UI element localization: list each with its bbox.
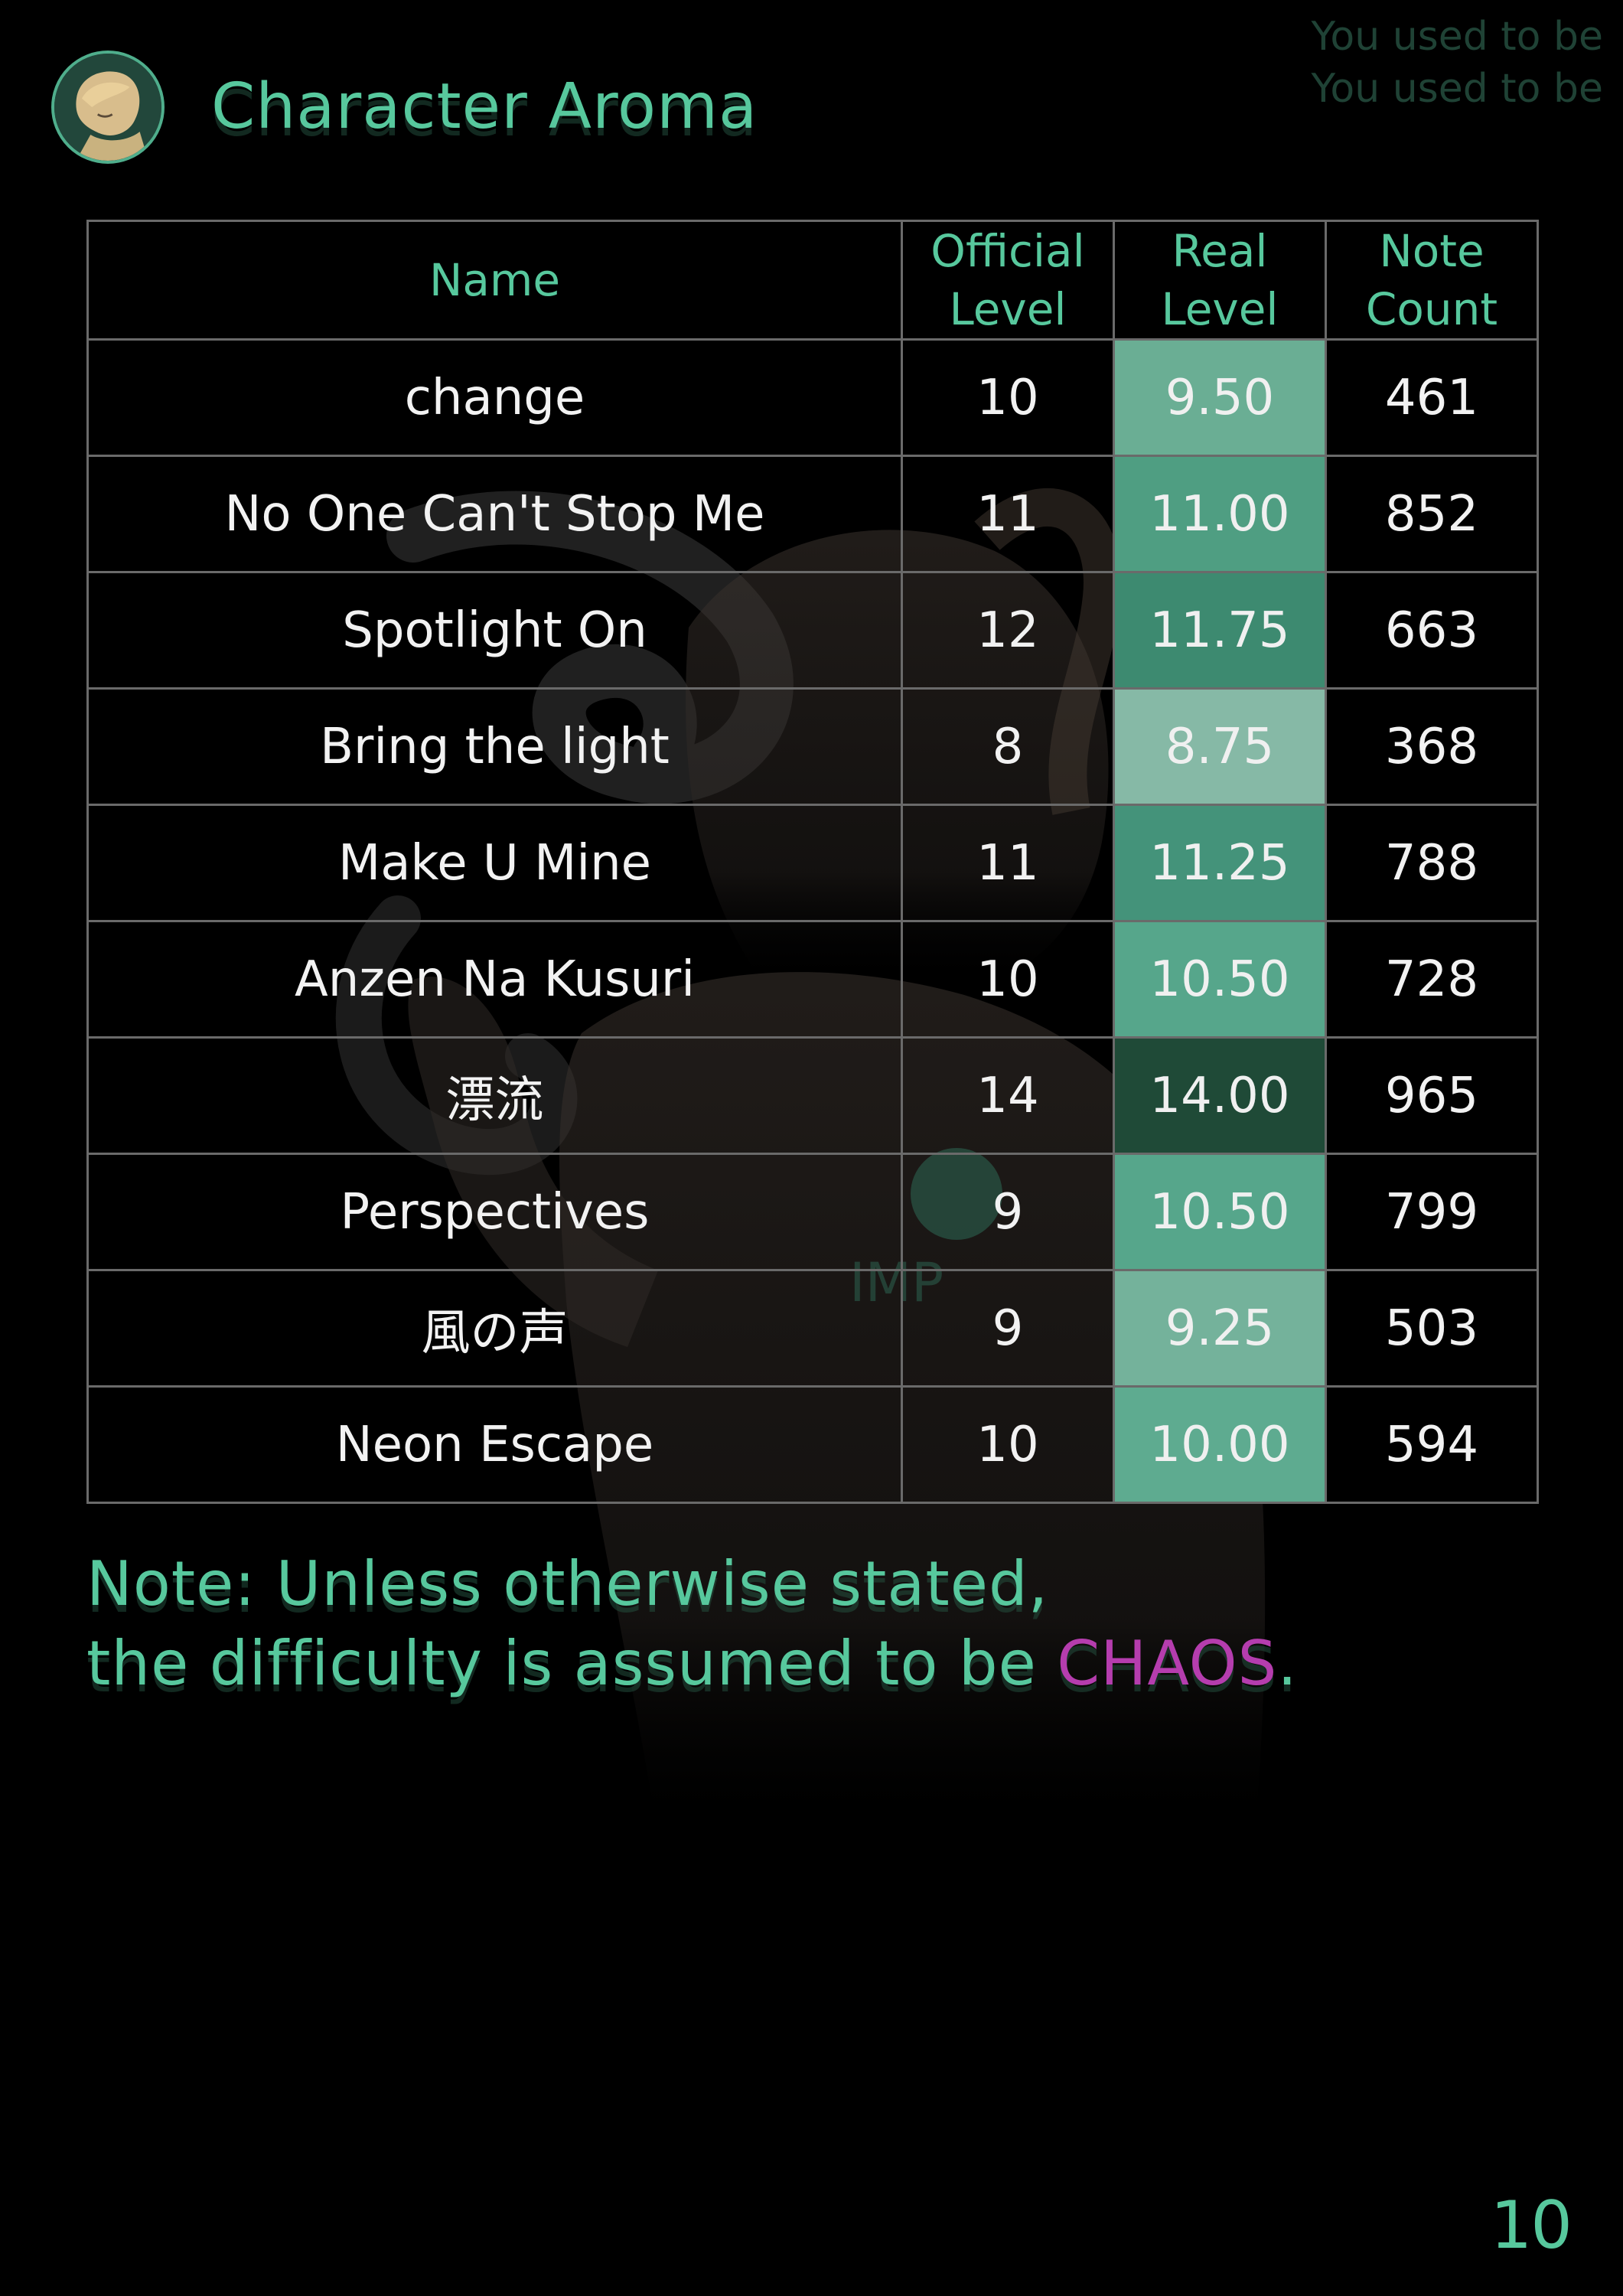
table-row: change 10 9.50 461 [86,338,1539,457]
note-line-1: Note: Unless otherwise stated, [86,1548,1049,1619]
table-body: change 10 9.50 461 No One Can't Stop Me 11 11.… [86,338,1539,1504]
song-name-cell: Anzen Na Kusuri [86,920,903,1039]
official-level-cell: 10 [901,1385,1115,1504]
difficulty-note: Note: Unless otherwise stated, the diffi… [86,1544,1298,1704]
official-level-cell: 8 [901,687,1115,806]
table-row: Perspectives 9 10.50 799 [86,1153,1539,1271]
song-name-cell: Spotlight On [86,571,903,690]
note-count-cell: 503 [1325,1269,1539,1388]
official-level-cell: 9 [901,1153,1115,1271]
page: IMP Character Aroma You used to be You u… [0,0,1623,2296]
note-count-cell: 368 [1325,687,1539,806]
note-count-cell: 852 [1325,455,1539,573]
song-name-cell: Make U Mine [86,804,903,922]
table-row: Bring the light 8 8.75 368 [86,687,1539,806]
avatar-portrait-icon [54,54,161,161]
table-row: 漂流 14 14.00 965 [86,1036,1539,1155]
official-level-cell: 11 [901,455,1115,573]
header-label: Count [1365,283,1498,335]
note-line-2-prefix: the difficulty is assumed to be [86,1628,1058,1699]
note-count-cell: 788 [1325,804,1539,922]
note-count-cell: 594 [1325,1385,1539,1504]
official-level-cell: 9 [901,1269,1115,1388]
note-count-cell: 461 [1325,338,1539,457]
song-name-cell: Neon Escape [86,1385,903,1504]
real-level-cell: 10.00 [1113,1385,1327,1504]
song-name-cell: change [86,338,903,457]
real-level-cell: 14.00 [1113,1036,1327,1155]
real-level-cell: 8.75 [1113,687,1327,806]
header-label: Real [1172,225,1268,277]
note-count-cell: 799 [1325,1153,1539,1271]
song-table: Name Official Level Real Level Note Coun… [86,220,1539,1504]
header-label: Level [1161,283,1279,335]
song-name-cell: Bring the light [86,687,903,806]
official-level-cell: 14 [901,1036,1115,1155]
table-row: Make U Mine 11 11.25 788 [86,804,1539,922]
header-label: Name [429,254,561,306]
note-count-cell: 728 [1325,920,1539,1039]
note-line-2-suffix: . [1277,1628,1298,1699]
official-level-cell: 10 [901,920,1115,1039]
difficulty-chaos-highlight: CHAOS [1057,1628,1278,1699]
real-level-cell: 9.25 [1113,1269,1327,1388]
table-row: Anzen Na Kusuri 10 10.50 728 [86,920,1539,1039]
header-label: Level [949,283,1067,335]
column-header-name: Name [86,220,903,341]
official-level-cell: 11 [901,804,1115,922]
real-level-cell: 9.50 [1113,338,1327,457]
real-level-cell: 10.50 [1113,920,1327,1039]
song-name-cell: No One Can't Stop Me [86,455,903,573]
note-line-2: the difficulty is assumed to be CHAOS. [86,1624,1298,1704]
page-number: 10 [1490,2187,1572,2264]
note-count-cell: 663 [1325,571,1539,690]
table-row: Neon Escape 10 10.00 594 [86,1385,1539,1504]
real-level-cell: 10.50 [1113,1153,1327,1271]
character-avatar [51,51,165,164]
column-header-real-level: Real Level [1113,220,1327,341]
official-level-cell: 10 [901,338,1115,457]
watermark-line: You used to be [1311,66,1603,112]
table-row: No One Can't Stop Me 11 11.00 852 [86,455,1539,573]
note-count-cell: 965 [1325,1036,1539,1155]
real-level-cell: 11.25 [1113,804,1327,922]
official-level-cell: 12 [901,571,1115,690]
header-label: Note [1379,225,1484,277]
column-header-note-count: Note Count [1325,220,1539,341]
real-level-cell: 11.00 [1113,455,1327,573]
song-name-cell: Perspectives [86,1153,903,1271]
table-row: Spotlight On 12 11.75 663 [86,571,1539,690]
song-name-cell: 漂流 [86,1036,903,1155]
real-level-cell: 11.75 [1113,571,1327,690]
table-header-row: Name Official Level Real Level Note Coun… [86,220,1539,341]
column-header-official-level: Official Level [901,220,1115,341]
song-name-cell: 風の声 [86,1269,903,1388]
watermark-text: You used to be You used to be [1312,11,1603,115]
header-label: Official [930,225,1085,277]
page-title: Character Aroma [211,70,758,143]
watermark-line: You used to be [1311,14,1603,60]
table-row: 風の声 9 9.25 503 [86,1269,1539,1388]
